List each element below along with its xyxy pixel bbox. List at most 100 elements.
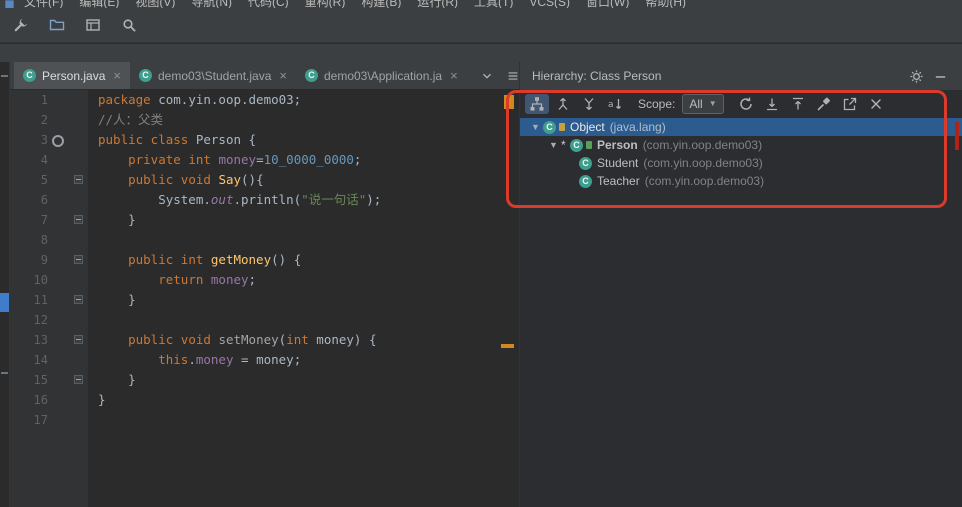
class-hierarchy-icon[interactable] <box>525 93 549 114</box>
menu-item[interactable]: 帮助(H) <box>637 0 694 8</box>
sort-alphabetically-icon[interactable]: a <box>603 94 627 114</box>
code-line[interactable]: private int money=10_0000_0000; <box>98 150 519 170</box>
editor-tab[interactable]: C Person.java × <box>14 62 130 89</box>
fold-marker-icon[interactable] <box>74 175 83 184</box>
hierarchy-header: Hierarchy: Class Person <box>519 62 962 90</box>
line-number-cell: 8 <box>10 230 88 250</box>
menu-item[interactable]: 导航(N) <box>183 0 240 8</box>
menu-item[interactable]: VCS(S) <box>521 0 578 8</box>
line-number-cell: 12 <box>10 310 88 330</box>
close-icon[interactable] <box>864 94 888 114</box>
code-line[interactable] <box>98 410 519 430</box>
code-line[interactable]: public void Say(){ <box>98 170 519 190</box>
left-tool-stripe <box>0 62 10 507</box>
code-line[interactable]: System.out.println("说一句话"); <box>98 190 519 210</box>
scope-dropdown[interactable]: All ▼ <box>682 93 724 114</box>
line-number-cell: 2 <box>10 110 88 130</box>
class-gutter-icon[interactable] <box>52 135 64 147</box>
hierarchy-toolbar: a Scope: All ▼ <box>520 90 962 117</box>
wrench-icon[interactable] <box>10 14 32 36</box>
fold-marker-icon[interactable] <box>74 375 83 384</box>
gear-icon[interactable] <box>904 66 928 86</box>
line-number: 17 <box>33 413 48 427</box>
chevron-down-icon[interactable] <box>475 66 499 86</box>
line-number-cell: 10 <box>10 270 88 290</box>
tree-row-object[interactable]: ▼ C Object (java.lang) <box>520 118 962 136</box>
layout-icon[interactable] <box>82 14 104 36</box>
tab-close-icon[interactable]: × <box>113 68 121 83</box>
code-line[interactable]: } <box>98 370 519 390</box>
annotation-mark <box>955 122 959 150</box>
supertypes-hierarchy-icon[interactable] <box>551 94 575 114</box>
code-line[interactable] <box>98 230 519 250</box>
tool-window-stripe-button[interactable] <box>0 293 9 312</box>
error-stripe-warning-mark[interactable] <box>501 344 514 348</box>
menu-item[interactable]: 工具(T) <box>466 0 521 8</box>
tab-label: demo03\Student.java <box>157 68 272 83</box>
menu-item[interactable]: 构建(B) <box>353 0 409 8</box>
stripe-handle-icon[interactable] <box>1 372 8 374</box>
fold-marker-icon[interactable] <box>74 255 83 264</box>
svg-text:a: a <box>608 100 614 110</box>
menu-item[interactable]: 运行(R) <box>409 0 466 8</box>
editor-tab[interactable]: Cdemo03\Application.ja × <box>296 62 467 89</box>
code-line[interactable] <box>98 310 519 330</box>
minimize-icon[interactable] <box>928 66 952 86</box>
menu-item[interactable]: 窗口(W) <box>578 0 637 8</box>
code-line[interactable]: public class Person { <box>98 130 519 150</box>
code-line[interactable]: public int getMoney() { <box>98 250 519 270</box>
tree-row-person[interactable]: ▼ * C Person (com.yin.oop.demo03) <box>520 136 962 154</box>
chevron-down-icon: ▼ <box>708 99 717 108</box>
expand-all-icon[interactable] <box>760 94 784 114</box>
code-line[interactable]: //人：父类 <box>98 110 519 130</box>
menu-item[interactable]: 文件(F) <box>16 0 71 8</box>
code-line[interactable]: } <box>98 210 519 230</box>
error-stripe-warning-mark[interactable] <box>504 95 514 109</box>
code-line[interactable]: package com.yin.oop.demo03; <box>98 90 519 110</box>
line-number-cell: 7 <box>10 210 88 230</box>
code-area[interactable]: package com.yin.oop.demo03;//人：父类 public … <box>88 90 519 507</box>
chevron-expanded-icon[interactable]: ▼ <box>546 140 561 150</box>
class-icon: C <box>304 69 318 82</box>
tab-close-icon[interactable]: × <box>450 68 458 83</box>
line-number: 6 <box>40 193 48 207</box>
open-in-new-window-icon[interactable] <box>838 94 862 114</box>
chevron-expanded-icon[interactable]: ▼ <box>528 122 543 132</box>
line-number: 8 <box>40 233 48 247</box>
fold-marker-icon[interactable] <box>74 335 83 344</box>
menu-item[interactable]: 代码(C) <box>240 0 297 8</box>
folder-icon[interactable] <box>46 14 68 36</box>
tab-close-icon[interactable]: × <box>279 68 287 83</box>
code-line[interactable]: return money; <box>98 270 519 290</box>
tree-row-student[interactable]: C Student (com.yin.oop.demo03) <box>520 154 962 172</box>
line-number-cell: 4 <box>10 150 88 170</box>
code-line[interactable]: public void setMoney(int money) { <box>98 330 519 350</box>
menu-item[interactable]: 重构(R) <box>297 0 354 8</box>
code-editor[interactable]: 1 2 3 4 5 6 7 8 9 10 11 12 13 14 15 16 17 package com.yi… <box>10 90 519 507</box>
search-icon[interactable] <box>118 14 140 36</box>
pin-icon[interactable] <box>812 94 836 114</box>
menu-item[interactable]: 视图(V) <box>127 0 183 8</box>
editor-gutter: 1 2 3 4 5 6 7 8 9 10 11 12 13 14 15 16 17 <box>10 90 88 507</box>
hierarchy-title: Hierarchy: Class Person <box>532 69 662 83</box>
tree-row-teacher[interactable]: C Teacher (com.yin.oop.demo03) <box>520 172 962 190</box>
code-line[interactable]: this.money = money; <box>98 350 519 370</box>
collapse-all-icon[interactable] <box>786 94 810 114</box>
code-line[interactable]: } <box>98 290 519 310</box>
line-number-cell: 13 <box>10 330 88 350</box>
stripe-handle-icon[interactable] <box>1 75 8 77</box>
code-line[interactable]: } <box>98 390 519 410</box>
menu-bar: 文件(F) 编辑(E) 视图(V) 导航(N) 代码(C) 重构(R) 构建(B) 运行(R)… <box>0 0 962 8</box>
subtypes-hierarchy-icon[interactable] <box>577 94 601 114</box>
refresh-icon[interactable] <box>734 94 758 114</box>
class-icon: C <box>579 156 592 170</box>
fold-marker-icon[interactable] <box>74 215 83 224</box>
tab-strip-icons <box>475 62 525 89</box>
main-toolbar <box>0 8 962 43</box>
line-number: 9 <box>40 253 48 267</box>
ide-window: { "menu": { "items": ["文件(F)", "编辑(E)", … <box>0 0 962 507</box>
editor-tab[interactable]: Cdemo03\Student.java × <box>130 62 296 89</box>
menu-item[interactable]: 编辑(E) <box>71 0 127 8</box>
fold-marker-icon[interactable] <box>74 295 83 304</box>
tree-node-label: Person <box>597 138 638 152</box>
